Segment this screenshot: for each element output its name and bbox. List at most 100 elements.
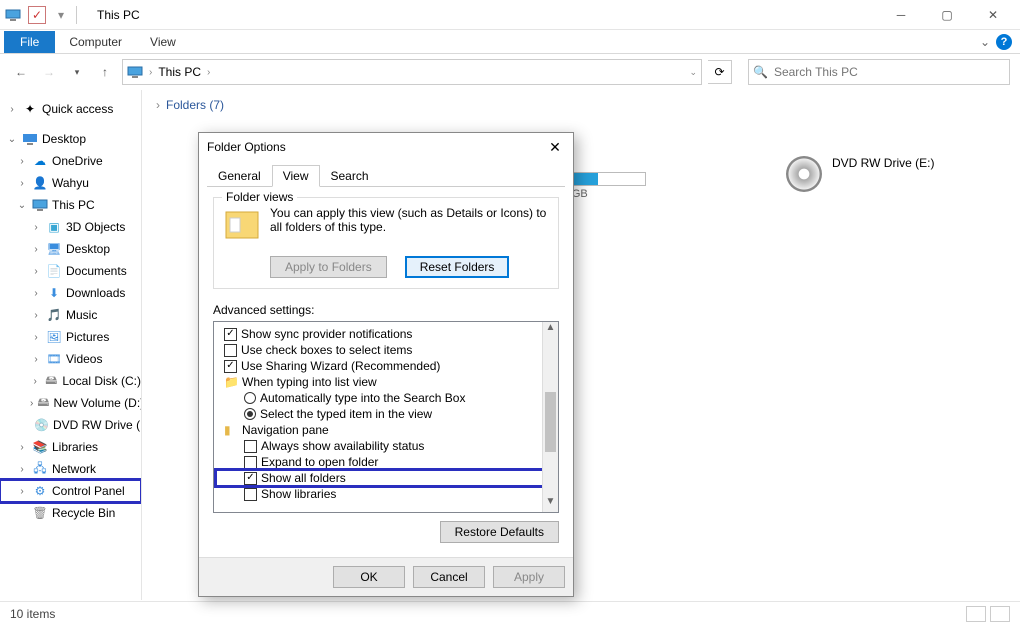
tree-desktop[interactable]: ⌄Desktop [0, 128, 141, 150]
checkbox-icon[interactable]: ✓ [224, 360, 237, 373]
drive-icon: 🖴 [44, 373, 58, 389]
checkbox-icon[interactable] [244, 456, 257, 469]
checkbox-icon[interactable] [244, 440, 257, 453]
navigation-bar: ← → ▾ ↑ › This PC › ⌄ ⟳ 🔍 [0, 54, 1020, 90]
opt-show-all-folders[interactable]: ✓Show all folders [216, 470, 556, 486]
folders-group-label: Folders (7) [166, 98, 224, 112]
chevron-right-icon[interactable]: › [149, 67, 152, 78]
file-tab[interactable]: File [4, 31, 55, 53]
up-button[interactable]: ↑ [94, 61, 116, 83]
close-button[interactable]: ✕ [970, 0, 1016, 30]
reset-folders-button[interactable]: Reset Folders [405, 256, 510, 278]
back-button[interactable]: ← [10, 61, 32, 83]
opt-sync-notifications[interactable]: ✓Show sync provider notifications [216, 326, 556, 342]
cloud-icon: ☁ [32, 153, 48, 169]
dialog-tabs: General View Search [199, 161, 573, 187]
minimize-button[interactable]: ─ [878, 0, 924, 30]
tree-pictures[interactable]: ›🖼Pictures [0, 326, 141, 348]
opt-auto-search[interactable]: Automatically type into the Search Box [216, 390, 556, 406]
tree-desktop-folder[interactable]: ›🖥Desktop [0, 238, 141, 260]
properties-icon[interactable]: ✓ [28, 6, 46, 24]
search-box[interactable]: 🔍 [748, 59, 1010, 85]
tree-local-disk-c[interactable]: ›🖴Local Disk (C:) [0, 370, 141, 392]
document-icon: 📄 [46, 263, 62, 279]
pc-icon [32, 197, 48, 213]
tree-volume-d[interactable]: ›🖴New Volume (D:) [0, 392, 141, 414]
cube-icon: ▣ [46, 219, 62, 235]
dvd-icon [786, 156, 822, 192]
checkbox-icon[interactable]: ✓ [224, 328, 237, 341]
status-bar: 10 items [0, 601, 1020, 625]
opt-show-libraries[interactable]: Show libraries [216, 486, 556, 502]
folder-icon [224, 206, 260, 246]
search-input[interactable] [774, 65, 1005, 79]
drive-e[interactable]: DVD RW Drive (E:) [786, 156, 1006, 200]
scroll-up-icon[interactable]: ▲ [543, 322, 558, 338]
dialog-close-button[interactable]: ✕ [545, 139, 565, 156]
recycle-bin-icon: 🗑 [32, 505, 48, 521]
radio-icon[interactable] [244, 392, 256, 404]
restore-defaults-button[interactable]: Restore Defaults [440, 521, 559, 543]
details-view-button[interactable] [966, 606, 986, 622]
tree-music[interactable]: ›🎵Music [0, 304, 141, 326]
tree-documents[interactable]: ›📄Documents [0, 260, 141, 282]
folders-group-header[interactable]: › Folders (7) [156, 98, 1006, 112]
pc-icon [127, 66, 143, 78]
advanced-settings-list[interactable]: ✓Show sync provider notifications Use ch… [213, 321, 559, 513]
ribbon-expand-icon[interactable]: ⌄ [980, 35, 990, 49]
address-bar[interactable]: › This PC › ⌄ [122, 59, 702, 85]
tree-libraries[interactable]: ›📚Libraries [0, 436, 141, 458]
opt-select-typed[interactable]: Select the typed item in the view [216, 406, 556, 422]
icons-view-button[interactable] [990, 606, 1010, 622]
help-icon[interactable]: ? [996, 34, 1012, 50]
apply-to-folders-button[interactable]: Apply to Folders [270, 256, 387, 278]
opt-navigation-pane[interactable]: ▮Navigation pane [216, 422, 556, 438]
tab-view[interactable]: View [272, 165, 320, 187]
address-dropdown[interactable]: ⌄ [689, 67, 697, 78]
tree-this-pc[interactable]: ⌄This PC [0, 194, 141, 216]
refresh-button[interactable]: ⟳ [708, 60, 732, 84]
tree-network[interactable]: ›🖧Network [0, 458, 141, 480]
window-title: This PC [97, 8, 140, 22]
apply-button[interactable]: Apply [493, 566, 565, 588]
checkbox-icon[interactable] [224, 344, 237, 357]
tab-search[interactable]: Search [320, 165, 380, 187]
tree-3d-objects[interactable]: ›▣3D Objects [0, 216, 141, 238]
tree-user[interactable]: ›👤Wahyu [0, 172, 141, 194]
tree-onedrive[interactable]: ›☁OneDrive [0, 150, 141, 172]
dialog-title-bar[interactable]: Folder Options ✕ [199, 133, 573, 161]
view-tab[interactable]: View [136, 31, 190, 53]
opt-always-show-availability[interactable]: Always show availability status [216, 438, 556, 454]
scroll-thumb[interactable] [545, 392, 556, 452]
opt-expand-to-open[interactable]: Expand to open folder [216, 454, 556, 470]
ok-button[interactable]: OK [333, 566, 405, 588]
tab-general[interactable]: General [207, 165, 272, 187]
cancel-button[interactable]: Cancel [413, 566, 485, 588]
opt-when-typing[interactable]: 📁When typing into list view [216, 374, 556, 390]
forward-button[interactable]: → [38, 61, 60, 83]
scrollbar[interactable]: ▲ ▼ [542, 322, 558, 512]
scroll-down-icon[interactable]: ▼ [543, 496, 558, 512]
chevron-right-icon[interactable]: › [207, 67, 210, 78]
maximize-button[interactable]: ▢ [924, 0, 970, 30]
qat-dropdown-icon[interactable]: ▾ [52, 6, 70, 24]
control-panel-icon: ⚙ [32, 483, 48, 499]
desktop-icon: 🖥 [46, 241, 62, 257]
checkbox-icon[interactable] [244, 488, 257, 501]
tree-videos[interactable]: ›🎞Videos [0, 348, 141, 370]
pc-icon [4, 6, 22, 24]
checkbox-icon[interactable]: ✓ [244, 472, 257, 485]
breadcrumb-this-pc[interactable]: This PC [158, 65, 201, 79]
navigation-pane[interactable]: ›✦Quick access ⌄Desktop ›☁OneDrive ›👤Wah… [0, 90, 142, 600]
desktop-icon [22, 131, 38, 147]
tree-downloads[interactable]: ›⬇Downloads [0, 282, 141, 304]
opt-use-checkboxes[interactable]: Use check boxes to select items [216, 342, 556, 358]
tree-quick-access[interactable]: ›✦Quick access [0, 98, 141, 120]
tree-recycle-bin[interactable]: 🗑Recycle Bin [0, 502, 141, 524]
radio-icon[interactable] [244, 408, 256, 420]
tree-control-panel[interactable]: ›⚙Control Panel [0, 480, 141, 502]
opt-sharing-wizard[interactable]: ✓Use Sharing Wizard (Recommended) [216, 358, 556, 374]
tree-dvd-drive[interactable]: 💿DVD RW Drive (E:) [0, 414, 141, 436]
computer-tab[interactable]: Computer [55, 31, 136, 53]
recent-dropdown[interactable]: ▾ [66, 61, 88, 83]
